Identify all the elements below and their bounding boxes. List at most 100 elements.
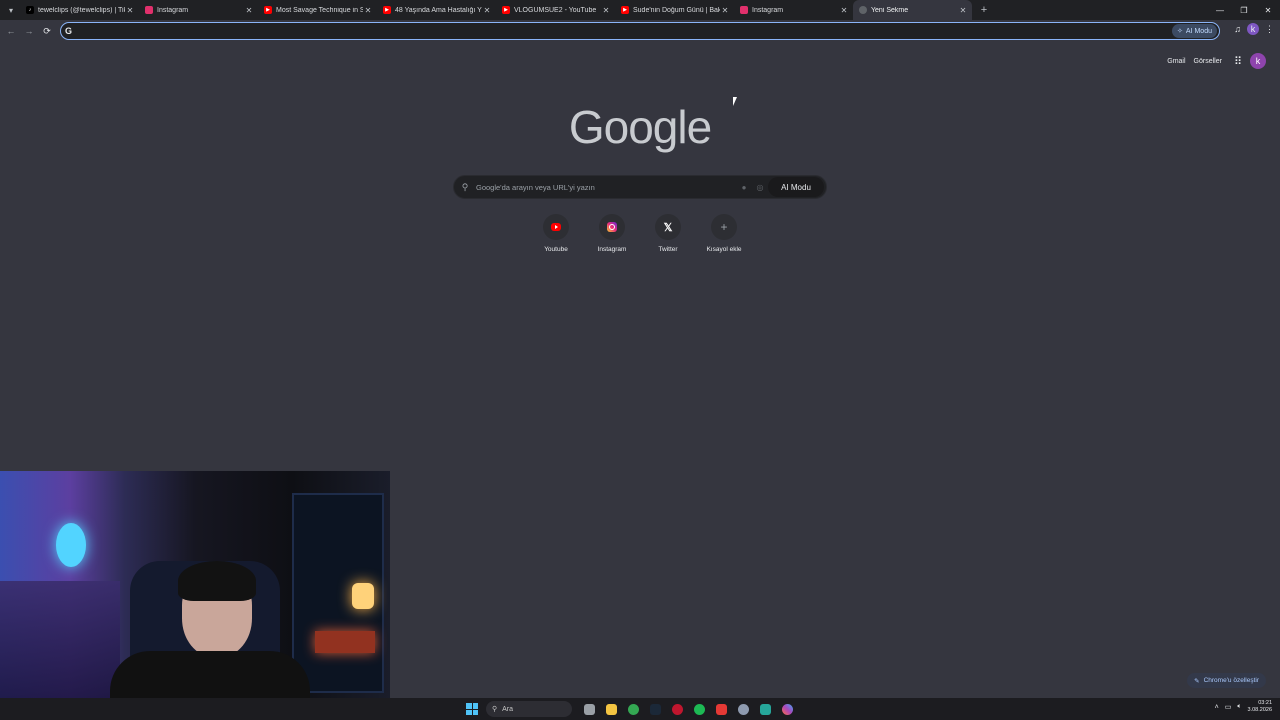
clock-date: 3.08.2026: [1247, 707, 1272, 713]
webcam-poster: [0, 581, 120, 700]
google-icon: G: [65, 26, 73, 36]
chevron-up-icon[interactable]: ˄: [1215, 704, 1219, 711]
tab-title: VLOGUMSUE2 - YouTube: [514, 6, 597, 14]
close-icon[interactable]: ✕: [720, 6, 730, 15]
tabs: ♪ tewelclips (@tewelclips) | TikTok ✕ In…: [20, 0, 972, 20]
ai-mode-chip[interactable]: ✧ AI Modu: [1172, 24, 1217, 38]
app-icon-colorful[interactable]: [778, 701, 796, 717]
taskbar-search[interactable]: ⚲ Ara: [486, 701, 572, 717]
shortcut-youtube[interactable]: Youtube: [528, 214, 584, 253]
volume-icon[interactable]: 🔈︎: [1237, 703, 1241, 711]
shortcut-twitter[interactable]: 𝕏 Twitter: [640, 214, 696, 253]
back-icon[interactable]: ←: [2, 22, 20, 40]
youtube-icon: [551, 223, 561, 231]
shortcut-instagram[interactable]: Instagram: [584, 214, 640, 253]
taskbar-search-label: Ara: [502, 705, 514, 713]
tab-youtube-4[interactable]: ▶ Sude'nin Doğum Günü | Bakırk ✕: [615, 0, 734, 20]
apps-grid-icon[interactable]: ⠿: [1234, 55, 1242, 68]
close-icon[interactable]: ✕: [839, 6, 849, 15]
ai-mode-label: AI Modu: [1185, 27, 1212, 35]
shortcut-label: Twitter: [658, 246, 678, 253]
tab-tiktok[interactable]: ♪ tewelclips (@tewelclips) | TikTok ✕: [20, 0, 139, 20]
shortcut-label: Instagram: [597, 246, 627, 253]
tab-youtube-2[interactable]: ▶ 48 Yaşında Ama Hastalığı Yüzü ✕: [377, 0, 496, 20]
tab-instagram[interactable]: Instagram ✕: [139, 0, 258, 20]
tab-youtube-1[interactable]: ▶ Most Savage Technique in Sum ✕: [258, 0, 377, 20]
task-view-icon[interactable]: [580, 701, 598, 717]
network-icon[interactable]: ▭: [1225, 703, 1232, 711]
close-icon[interactable]: ✕: [244, 6, 254, 15]
app-icon-red[interactable]: [712, 701, 730, 717]
ai-mode-button[interactable]: AI Modu: [768, 177, 824, 197]
address-bar[interactable]: G ✧ AI Modu: [60, 22, 1220, 40]
ntp-header: Gmail Görseller ⠿ k: [1167, 53, 1266, 69]
tab-title: 48 Yaşında Ama Hastalığı Yüzü: [395, 6, 482, 14]
profile-avatar[interactable]: k: [1247, 23, 1259, 35]
tiktok-icon: ♪: [26, 6, 34, 14]
chrome-icon: [859, 6, 867, 14]
google-logo: Google: [568, 101, 712, 153]
settings-icon[interactable]: [734, 701, 752, 717]
window-controls: — ❐ ✕: [1208, 0, 1280, 20]
instagram-icon: [607, 222, 617, 232]
images-link[interactable]: Görseller: [1194, 58, 1222, 65]
account-avatar[interactable]: k: [1250, 53, 1266, 69]
tab-title: Yeni Sekme: [871, 6, 909, 14]
windows-start-icon[interactable]: [466, 703, 478, 715]
system-tray: ˄ ▭ 🔈︎ 03:21 3.08.2026: [1215, 700, 1272, 714]
reload-icon[interactable]: ⟳: [38, 22, 56, 40]
webcam-body: [110, 651, 310, 700]
close-icon[interactable]: ✕: [958, 6, 968, 15]
tab-title: tewelclips (@tewelclips) | TikTok: [38, 6, 125, 14]
webcam-light: [315, 631, 375, 653]
search-icon: ⚲: [492, 706, 498, 713]
microphone-icon[interactable]: ●: [736, 183, 752, 192]
tab-title: Instagram: [157, 6, 189, 14]
toolbar-right: ♫ k ⋮: [1234, 23, 1274, 35]
menu-icon[interactable]: ⋮: [1265, 24, 1274, 35]
tab-search-icon[interactable]: ▾: [2, 1, 20, 19]
shortcut-label: Kısayol ekle: [706, 246, 742, 253]
webcam-lamp: [352, 583, 374, 609]
plus-icon: +: [720, 220, 728, 234]
minimize-icon[interactable]: —: [1208, 0, 1232, 20]
taskbar-apps: ⚲ Ara: [466, 700, 796, 718]
tab-instagram-2[interactable]: Instagram ✕: [734, 0, 853, 20]
x-icon: 𝕏: [663, 221, 673, 234]
app-icon-green[interactable]: [756, 701, 774, 717]
shortcut-label: Youtube: [544, 246, 568, 253]
customize-label: Chrome'u özelleştir: [1203, 677, 1259, 684]
tab-strip: ▾ ♪ tewelclips (@tewelclips) | TikTok ✕ …: [0, 0, 1280, 20]
search-placeholder[interactable]: Google'da arayın veya URL'yi yazın: [476, 183, 736, 192]
close-window-icon[interactable]: ✕: [1256, 0, 1280, 20]
close-icon[interactable]: ✕: [482, 6, 492, 15]
maximize-icon[interactable]: ❐: [1232, 0, 1256, 20]
pencil-icon: ✎: [1194, 677, 1200, 685]
tab-new-tab[interactable]: Yeni Sekme ✕: [853, 0, 972, 20]
media-icon[interactable]: ♫: [1234, 24, 1241, 34]
steam-icon[interactable]: [646, 701, 664, 717]
forward-icon[interactable]: →: [20, 22, 38, 40]
close-icon[interactable]: ✕: [363, 6, 373, 15]
search-box[interactable]: ⚲ Google'da arayın veya URL'yi yazın ● ◎…: [453, 175, 827, 199]
tab-title: Most Savage Technique in Sum: [276, 6, 363, 14]
webcam-overlay: [0, 471, 390, 700]
lens-icon[interactable]: ◎: [752, 183, 768, 192]
sparkle-search-icon: ✧: [1177, 28, 1183, 35]
clock[interactable]: 03:21 3.08.2026: [1248, 700, 1272, 714]
youtube-icon: ▶: [383, 6, 391, 14]
tab-youtube-3[interactable]: ▶ VLOGUMSUE2 - YouTube ✕: [496, 0, 615, 20]
youtube-icon: ▶: [621, 6, 629, 14]
new-tab-button[interactable]: +: [976, 4, 992, 16]
gmail-link[interactable]: Gmail: [1167, 58, 1185, 65]
close-icon[interactable]: ✕: [601, 6, 611, 15]
shortcut-add[interactable]: + Kısayol ekle: [696, 214, 752, 253]
chrome-icon[interactable]: [624, 701, 642, 717]
spotify-icon[interactable]: [690, 701, 708, 717]
close-icon[interactable]: ✕: [125, 6, 135, 15]
customize-chrome-button[interactable]: ✎ Chrome'u özelleştir: [1187, 673, 1266, 688]
address-input[interactable]: [77, 26, 1173, 36]
instagram-icon: [145, 6, 153, 14]
opera-icon[interactable]: [668, 701, 686, 717]
file-explorer-icon[interactable]: [602, 701, 620, 717]
